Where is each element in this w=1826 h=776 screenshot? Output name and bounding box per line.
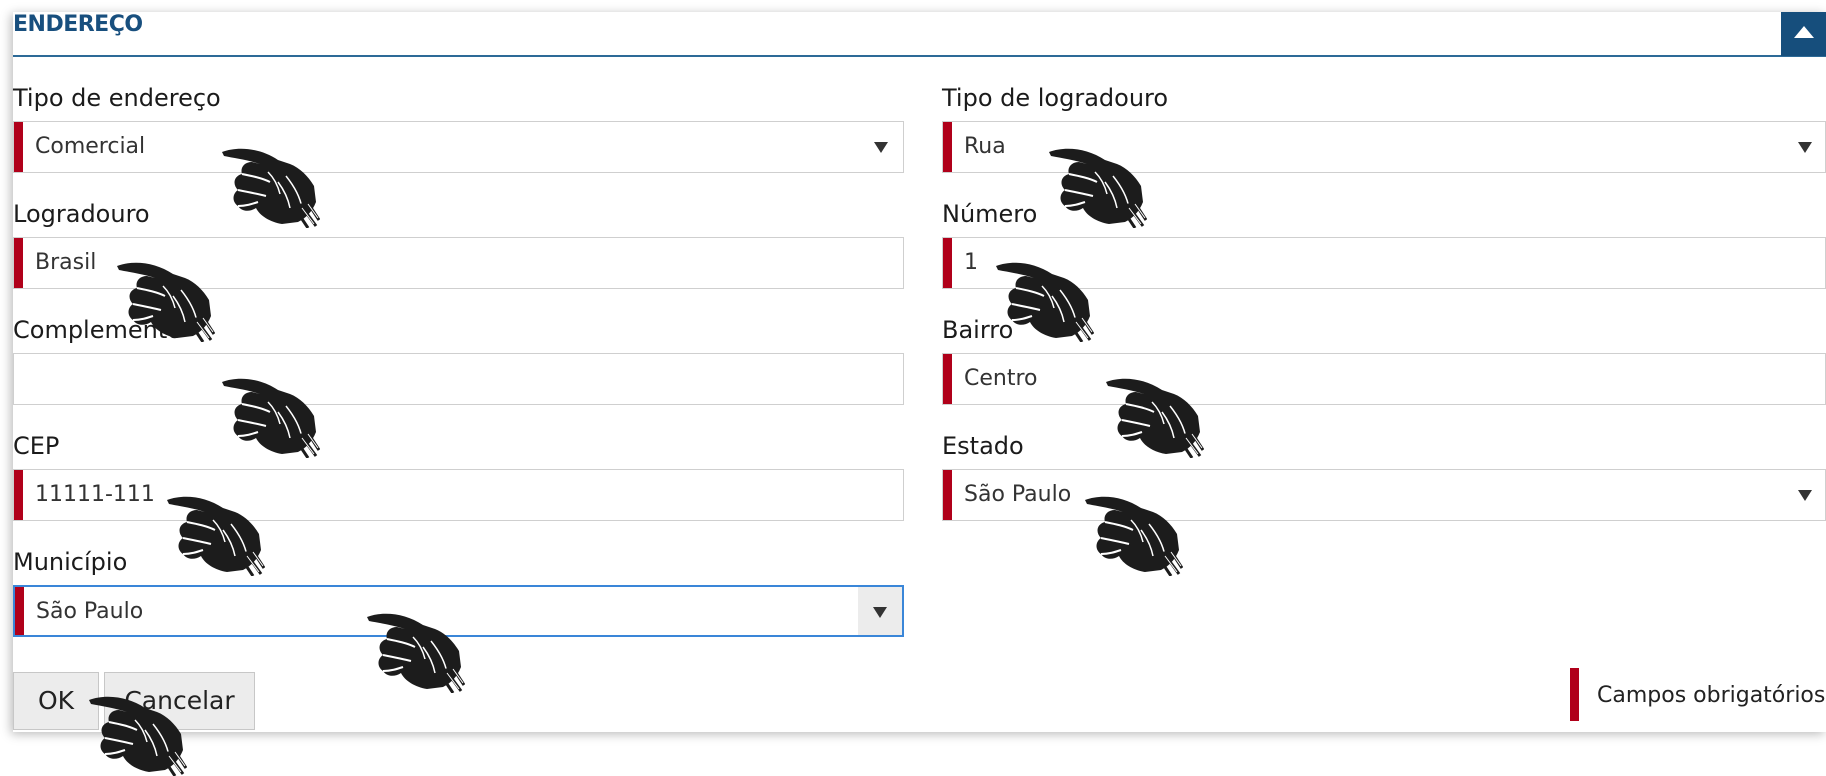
chevron-up-icon xyxy=(1794,26,1814,38)
tipo-endereco-value: Comercial xyxy=(35,134,146,159)
logradouro-label: Logradouro xyxy=(13,200,150,228)
caret-down-icon xyxy=(873,607,887,618)
cep-input[interactable]: 11111-111 xyxy=(13,469,904,521)
logradouro-value: Brasil xyxy=(35,250,97,275)
required-legend-label: Campos obrigatórios xyxy=(1597,683,1826,708)
tipo-logradouro-select[interactable]: Rua xyxy=(942,121,1826,173)
numero-label: Número xyxy=(942,200,1038,228)
dropdown-button[interactable] xyxy=(859,122,903,172)
numero-value: 1 xyxy=(964,250,978,275)
tipo-endereco-label: Tipo de endereço xyxy=(13,84,221,112)
municipio-value: São Paulo xyxy=(36,599,144,624)
estado-label: Estado xyxy=(942,432,1024,460)
dropdown-button[interactable] xyxy=(1783,470,1826,520)
cep-value: 11111-111 xyxy=(35,482,155,507)
bairro-label: Bairro xyxy=(942,316,1014,344)
caret-down-icon xyxy=(1798,142,1812,153)
caret-down-icon xyxy=(874,142,888,153)
cancel-button[interactable]: Cancelar xyxy=(104,672,255,730)
tipo-logradouro-value: Rua xyxy=(964,134,1006,159)
dropdown-button[interactable] xyxy=(858,587,902,635)
required-indicator xyxy=(1570,668,1579,721)
tipo-logradouro-label: Tipo de logradouro xyxy=(942,84,1169,112)
numero-input[interactable]: 1 xyxy=(942,237,1826,289)
logradouro-input[interactable]: Brasil xyxy=(13,237,904,289)
municipio-select[interactable]: São Paulo xyxy=(13,585,904,637)
cep-label: CEP xyxy=(13,432,60,460)
bairro-value: Centro xyxy=(964,366,1038,391)
estado-select[interactable]: São Paulo xyxy=(942,469,1826,521)
estado-value: São Paulo xyxy=(964,482,1072,507)
ok-button[interactable]: OK xyxy=(13,672,99,730)
section-header: ENDEREÇO xyxy=(13,12,1826,57)
dropdown-button[interactable] xyxy=(1783,122,1826,172)
bairro-input[interactable]: Centro xyxy=(942,353,1826,405)
complemento-input[interactable] xyxy=(13,353,904,405)
caret-down-icon xyxy=(1798,490,1812,501)
collapse-button[interactable] xyxy=(1781,12,1826,56)
municipio-label: Município xyxy=(13,548,128,576)
tipo-endereco-select[interactable]: Comercial xyxy=(13,121,904,173)
section-title: ENDEREÇO xyxy=(13,12,143,37)
complemento-label: Complemento xyxy=(13,316,182,344)
